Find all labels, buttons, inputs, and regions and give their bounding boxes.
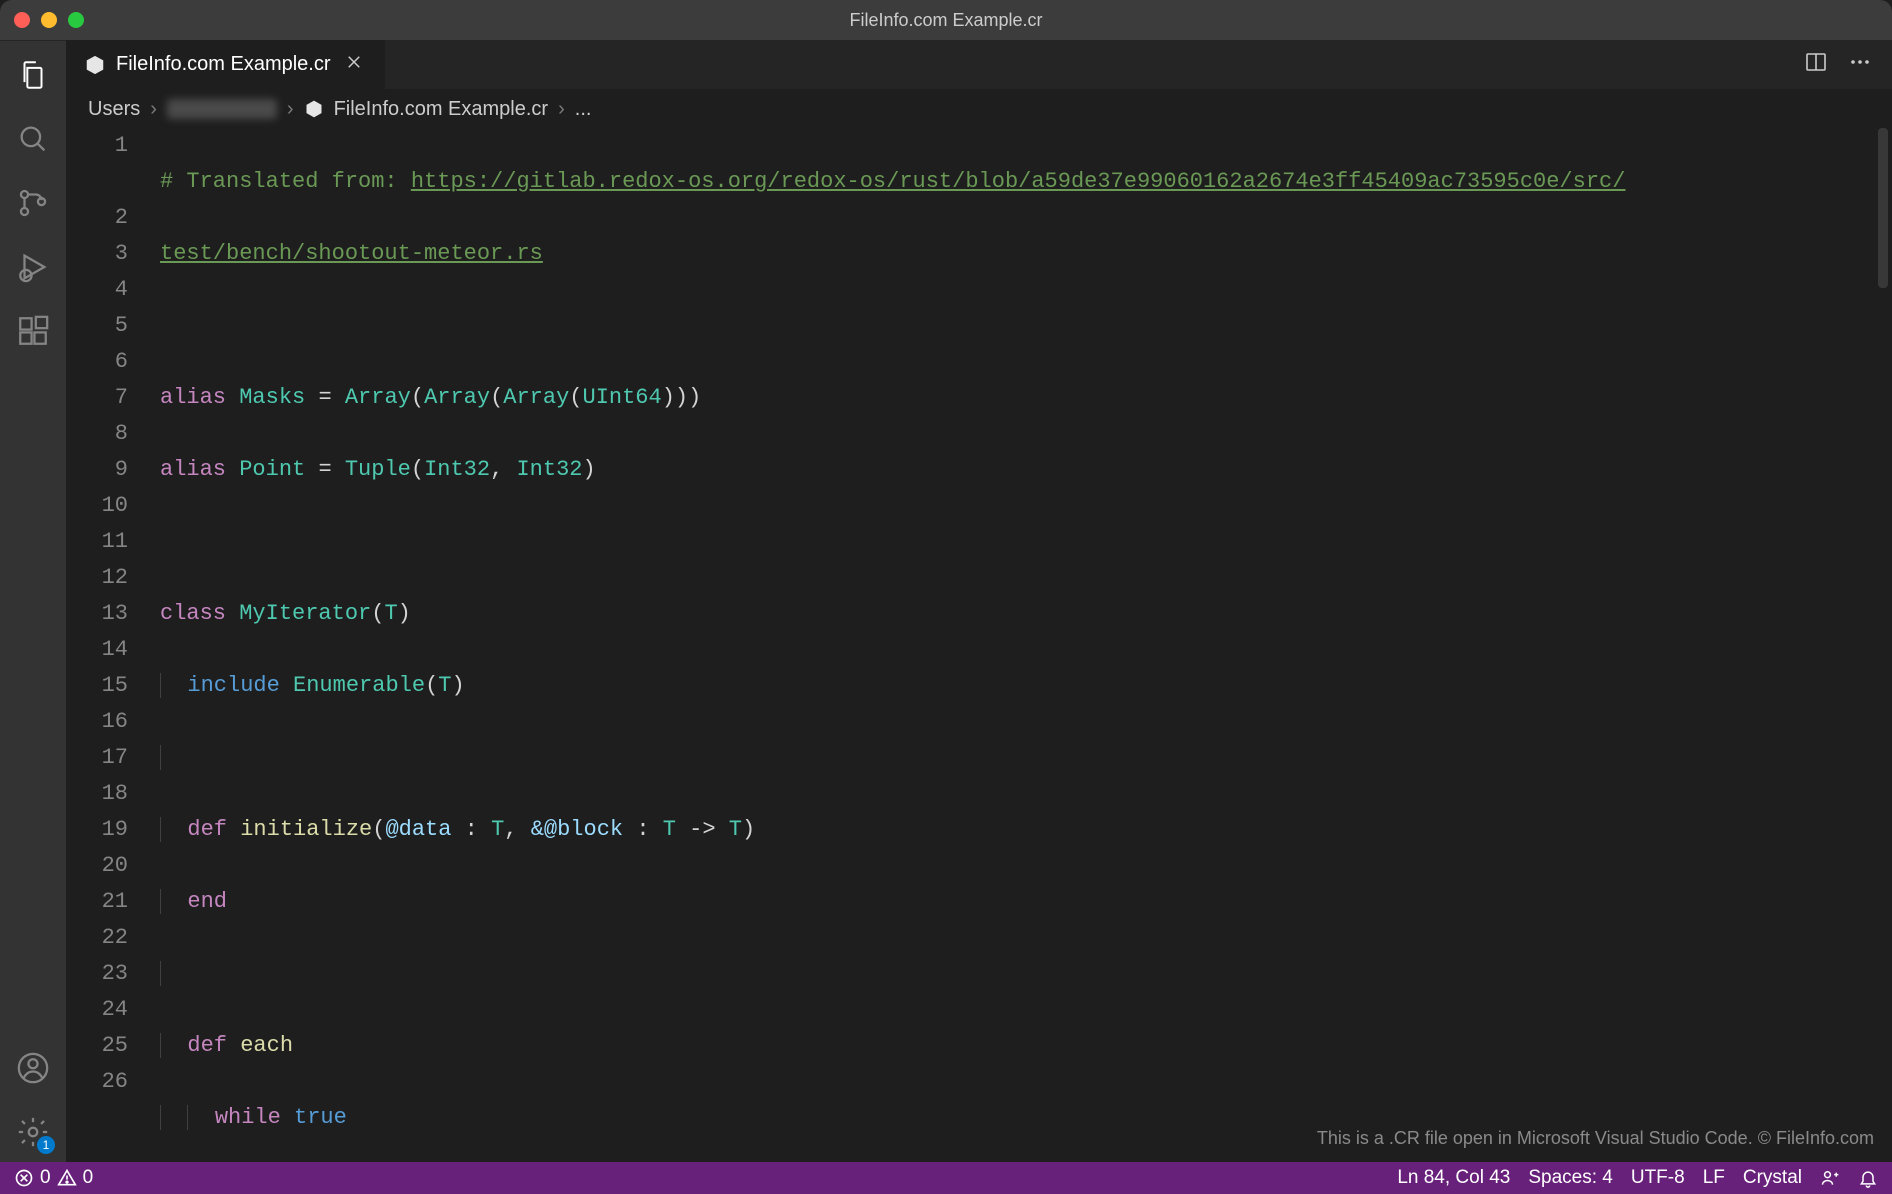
line-number-gutter: 1 23456789101112131415161718192021222324… xyxy=(66,128,154,1162)
traffic-lights xyxy=(14,12,84,28)
code-editor[interactable]: 1 23456789101112131415161718192021222324… xyxy=(66,128,1892,1162)
breadcrumb-redacted xyxy=(167,99,277,119)
status-cursor[interactable]: Ln 84, Col 43 xyxy=(1397,1167,1510,1189)
breadcrumb-file[interactable]: FileInfo.com Example.cr xyxy=(334,98,549,121)
file-hexagon-icon xyxy=(304,99,324,119)
tab-close-icon[interactable] xyxy=(341,51,367,79)
watermark-text: This is a .CR file open in Microsoft Vis… xyxy=(1317,1120,1874,1156)
file-hexagon-icon xyxy=(84,54,106,76)
status-feedback-icon[interactable] xyxy=(1820,1168,1840,1188)
tab-label: FileInfo.com Example.cr xyxy=(116,53,331,76)
run-debug-icon[interactable] xyxy=(13,247,53,287)
source-url-link[interactable]: https://gitlab.redox-os.org/redox-os/rus… xyxy=(411,169,1626,194)
settings-gear-icon[interactable]: 1 xyxy=(13,1112,53,1152)
tabs-row: FileInfo.com Example.cr xyxy=(66,40,1892,90)
settings-badge: 1 xyxy=(37,1136,55,1154)
split-editor-icon[interactable] xyxy=(1804,50,1828,79)
status-eol[interactable]: LF xyxy=(1703,1167,1725,1189)
window-close-button[interactable] xyxy=(14,12,30,28)
status-indent[interactable]: Spaces: 4 xyxy=(1528,1167,1613,1189)
more-actions-icon[interactable] xyxy=(1848,50,1872,79)
scrollbar-thumb[interactable] xyxy=(1878,128,1888,288)
editor-scrollbar[interactable] xyxy=(1874,128,1892,1162)
titlebar: FileInfo.com Example.cr xyxy=(0,0,1892,40)
chevron-right-icon: › xyxy=(558,98,565,121)
status-problems[interactable]: 0 0 xyxy=(14,1167,93,1189)
window-minimize-button[interactable] xyxy=(41,12,57,28)
status-bar: 0 0 Ln 84, Col 43 Spaces: 4 UTF-8 LF Cry… xyxy=(0,1162,1892,1194)
source-control-icon[interactable] xyxy=(13,183,53,223)
code-content[interactable]: # Translated from: https://gitlab.redox-… xyxy=(154,128,1892,1162)
activity-bar: 1 xyxy=(0,40,66,1162)
chevron-right-icon: › xyxy=(150,98,157,121)
account-icon[interactable] xyxy=(13,1048,53,1088)
source-url-link[interactable]: test/bench/shootout-meteor.rs xyxy=(160,241,543,266)
breadcrumb[interactable]: Users › › FileInfo.com Example.cr › ... xyxy=(66,90,1892,128)
breadcrumb-tail[interactable]: ... xyxy=(575,98,592,121)
tab-active[interactable]: FileInfo.com Example.cr xyxy=(66,40,386,89)
extensions-icon[interactable] xyxy=(13,311,53,351)
status-bell-icon[interactable] xyxy=(1858,1168,1878,1188)
explorer-icon[interactable] xyxy=(13,55,53,95)
status-encoding[interactable]: UTF-8 xyxy=(1631,1167,1685,1189)
window-maximize-button[interactable] xyxy=(68,12,84,28)
chevron-right-icon: › xyxy=(287,98,294,121)
search-icon[interactable] xyxy=(13,119,53,159)
window-title: FileInfo.com Example.cr xyxy=(0,10,1892,31)
status-language[interactable]: Crystal xyxy=(1743,1167,1802,1189)
breadcrumb-root[interactable]: Users xyxy=(88,98,140,121)
